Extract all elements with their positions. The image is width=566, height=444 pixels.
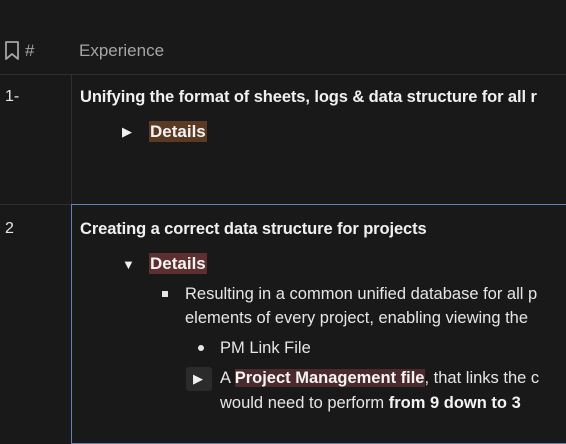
pm-file-highlight: Project Management file [234,369,425,387]
nested-prefix: A [220,369,235,387]
row-2-details-toggle[interactable]: Details [149,253,207,274]
bullet-text-line-2: elements of every project, enabling view… [185,309,529,327]
row-1-title[interactable]: Unifying the format of sheets, logs & da… [80,88,537,107]
nested-toggle-text: A Project Management file, that links th… [220,369,539,388]
nested-line2-bold: from 9 down to 3 [388,394,521,412]
column-header-number[interactable]: # [25,41,34,61]
table-header: # Experience [0,32,566,75]
nested-suffix: , that links the c [424,369,540,387]
row-1-number[interactable]: 1- [5,88,19,106]
triangle-right-icon: ▶ [193,371,203,386]
row-1-details-toggle[interactable]: Details [149,121,207,142]
row-2-number[interactable]: 2 [5,220,14,238]
dot-bullet-icon [198,345,204,351]
row-2-title[interactable]: Creating a correct data structure for pr… [80,220,427,239]
sub-item-pm-link-file: PM Link File [220,339,311,357]
column-divider [71,74,72,205]
bookmark-icon[interactable] [4,41,20,61]
nested-text-line-2: would need to perform from 9 down to 3 [220,394,521,413]
nested-line2-prefix: would need to perform [220,394,389,412]
nested-toggle-button[interactable]: ▶ [186,367,212,391]
triangle-down-icon[interactable]: ▼ [122,257,135,272]
column-header-experience[interactable]: Experience [79,41,164,61]
square-bullet-icon [162,291,168,297]
bullet-text-line-1: Resulting in a common unified database f… [185,285,538,303]
triangle-right-icon[interactable]: ▶ [122,124,132,140]
